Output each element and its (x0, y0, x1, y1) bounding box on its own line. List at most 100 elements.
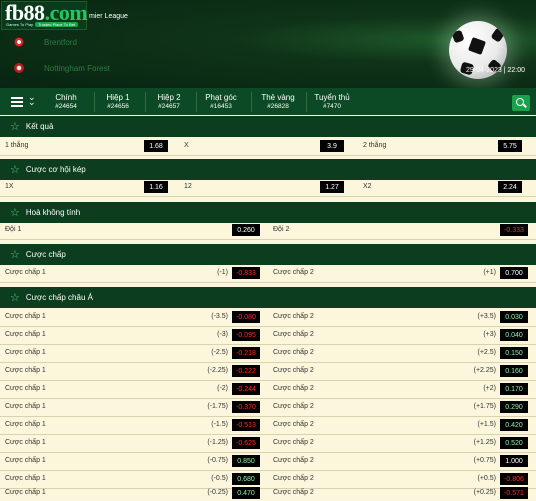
odds-button[interactable]: 0.290 (500, 401, 528, 413)
handicap-line: (-3.5) (211, 313, 228, 320)
odds-button[interactable]: 1.27 (320, 181, 344, 193)
tab-count: #26828 (267, 103, 289, 110)
star-icon[interactable]: ☆ (10, 163, 20, 176)
handicap-line: (-0.5) (211, 475, 228, 482)
outcome-label: Cược chấp 1 (5, 421, 46, 428)
odds-button[interactable]: -0.095 (232, 329, 260, 341)
odds-button[interactable]: 0.040 (500, 329, 528, 341)
handicap-line: (+1.5) (477, 421, 496, 428)
odds-button[interactable]: 1.16 (144, 181, 168, 193)
home-team: Brentford (14, 34, 77, 50)
menu-icon[interactable] (11, 97, 23, 107)
market-tabs-bar: ⌄ ⌄ Chính #24654 Hiệp 1 #24656 Hiệp 2 #24657… (0, 88, 536, 115)
tab-half-1[interactable]: Hiệp 1 #24656 (96, 93, 140, 110)
tab-count: #24656 (107, 103, 129, 110)
odds-button[interactable]: -0.571 (500, 487, 528, 499)
odds-button[interactable]: 0.850 (232, 455, 260, 467)
star-icon[interactable]: ☆ (10, 120, 20, 133)
odds-button[interactable]: 0.700 (500, 267, 528, 279)
away-team: Nottingham Forest (14, 60, 110, 76)
handicap-line: (-0.75) (207, 457, 228, 464)
odds-button[interactable]: -0.080 (232, 311, 260, 323)
tab-divider (251, 92, 252, 112)
tab-divider (306, 92, 307, 112)
section-header-handicap[interactable]: ☆ Cược chấp (0, 244, 536, 265)
section-title: Hoà không tính (25, 208, 81, 217)
odds-row: Đội 1 0.260 Đội 2 -0.333 (0, 221, 536, 240)
outcome-label: Cược chấp 1 (5, 385, 46, 392)
odds-button[interactable]: -0.625 (232, 437, 260, 449)
star-icon[interactable]: ☆ (10, 248, 20, 261)
tab-count: #24657 (158, 103, 180, 110)
odds-button[interactable]: -0.244 (232, 383, 260, 395)
section-header-asian-handicap[interactable]: ☆ Cược chấp châu Á (0, 287, 536, 308)
odds-button[interactable]: 0.030 (500, 311, 528, 323)
odds-row: Cược chấp 1 (-3) -0.095 Cược chấp 2 (+3)… (0, 326, 536, 345)
odds-button[interactable]: -0.333 (500, 224, 528, 236)
double-chevron-icon[interactable]: ⌄ ⌄ (28, 93, 36, 107)
outcome-label: Cược chấp 2 (273, 331, 314, 338)
odds-button[interactable]: -0.222 (232, 365, 260, 377)
tab-count: #16453 (210, 103, 232, 110)
handicap-line: (-1.75) (207, 403, 228, 410)
odds-button[interactable]: 0.170 (500, 383, 528, 395)
odds-button[interactable]: 0.160 (500, 365, 528, 377)
tab-yellow-cards[interactable]: Thẻ vàng #26828 (256, 93, 300, 110)
tab-main[interactable]: Chính #24654 (44, 93, 88, 110)
outcome-label: Cược chấp 2 (273, 489, 314, 496)
odds-button[interactable]: 5.75 (498, 140, 522, 152)
tab-players[interactable]: Tuyển thủ #7470 (310, 93, 354, 110)
star-icon[interactable]: ☆ (10, 291, 20, 304)
league-title: mier League (89, 13, 128, 20)
home-team-logo (14, 37, 24, 47)
odds-row: Cược chấp 1 (-1.25) -0.625 Cược chấp 2 (… (0, 434, 536, 453)
outcome-label: 2 thắng (363, 142, 387, 149)
tab-half-2[interactable]: Hiệp 2 #24657 (147, 93, 191, 110)
outcome-label: Cược chấp 2 (273, 421, 314, 428)
logo-tagline: Games To Play (6, 22, 34, 27)
logo-badge: Trusted Place To Bet (35, 22, 78, 27)
outcome-label: Cược chấp 2 (273, 269, 314, 276)
handicap-line: (+0.25) (473, 489, 496, 496)
odds-button[interactable]: 0.260 (232, 224, 260, 236)
outcome-label: 1X (5, 183, 14, 190)
odds-button[interactable]: -0.513 (232, 419, 260, 431)
handicap-line: (+3) (483, 331, 496, 338)
section-header-double-chance[interactable]: ☆ Cược cơ hội kép (0, 159, 536, 180)
handicap-line: (+1) (483, 269, 496, 276)
handicap-line: (+1.25) (473, 439, 496, 446)
tab-label: Hiệp 2 (157, 93, 181, 102)
odds-button[interactable]: 3.9 (320, 140, 344, 152)
tab-label: Tuyển thủ (314, 93, 350, 102)
section-header-result[interactable]: ☆ Kết quả (0, 116, 536, 137)
tab-count: #7470 (322, 103, 342, 110)
odds-row: Cược chấp 1 (-2) -0.244 Cược chấp 2 (+2)… (0, 380, 536, 399)
odds-button[interactable]: 2.24 (498, 181, 522, 193)
outcome-label: Đội 1 (5, 226, 22, 233)
handicap-line: (+0.75) (473, 457, 496, 464)
outcome-label: Cược chấp 1 (5, 349, 46, 356)
odds-button[interactable]: 1.000 (500, 455, 528, 467)
outcome-label: Cược chấp 2 (273, 313, 314, 320)
tab-corners[interactable]: Phạt góc #16453 (199, 93, 243, 110)
odds-button[interactable]: -0.218 (232, 347, 260, 359)
handicap-line: (-1.25) (207, 439, 228, 446)
search-button[interactable] (512, 95, 530, 111)
odds-button[interactable]: -0.370 (232, 401, 260, 413)
section-header-draw-no-bet[interactable]: ☆ Hoà không tính (0, 202, 536, 223)
odds-button[interactable]: 0.420 (500, 419, 528, 431)
star-icon[interactable]: ☆ (10, 206, 20, 219)
handicap-line: (+2.25) (473, 367, 496, 374)
odds-row: Cược chấp 1 (-2.25) -0.222 Cược chấp 2 (… (0, 362, 536, 381)
odds-button[interactable]: 0.520 (500, 437, 528, 449)
odds-button[interactable]: 0.470 (232, 487, 260, 499)
odds-row: 1X 1.16 12 1.27 X2 2.24 (0, 178, 536, 197)
outcome-label: Đội 2 (273, 226, 290, 233)
tab-divider (196, 92, 197, 112)
odds-button[interactable]: -0.833 (232, 267, 260, 279)
site-logo[interactable]: fb88.com Games To Play Trusted Place To B… (1, 0, 88, 30)
tab-divider (94, 92, 95, 112)
tab-label: Hiệp 1 (106, 93, 130, 102)
odds-button[interactable]: 0.150 (500, 347, 528, 359)
odds-button[interactable]: 1.68 (144, 140, 168, 152)
